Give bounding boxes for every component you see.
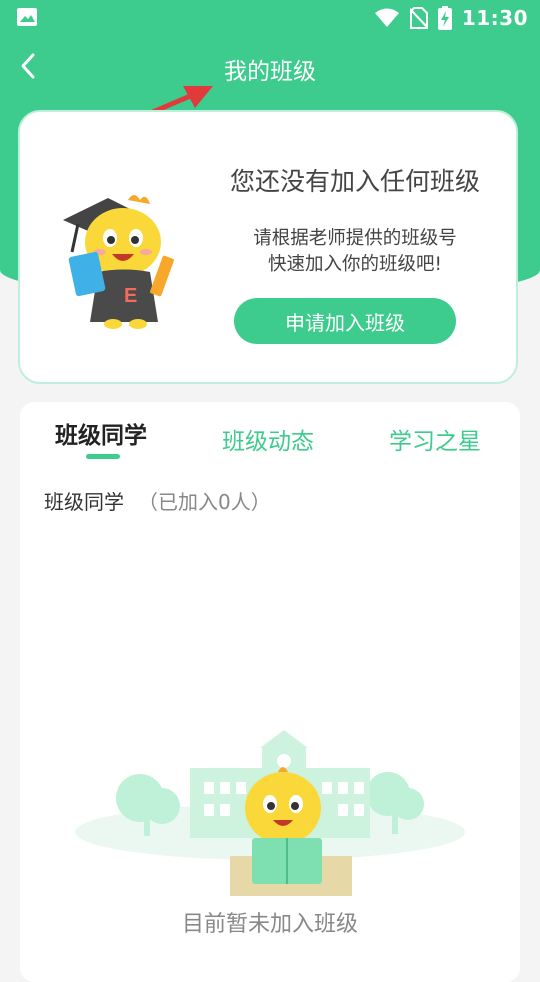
tab-bar: 班级同学 班级动态 学习之星 [20, 402, 520, 466]
apply-join-class-button[interactable]: 申请加入班级 [234, 298, 456, 344]
members-label: 班级同学 [44, 490, 124, 514]
join-class-card: E 您还没有加入任何班级 请根据老师提供的班级号 快速加入你的班级吧! 申请加入… [18, 110, 518, 384]
empty-state-text: 目前暂未加入班级 [181, 912, 358, 937]
status-time: 11:30 [461, 6, 528, 30]
tab-active-indicator [86, 454, 120, 459]
class-content-panel: 班级同学 班级动态 学习之星 班级同学 （已加入0人） 目前暂未加入班级 [20, 402, 520, 982]
tab-classmates[interactable]: 班级同学 [55, 416, 147, 450]
tab-study-stars[interactable]: 学习之星 [389, 422, 481, 456]
empty-school-illustration [75, 730, 465, 896]
page-title: 我的班级 [224, 59, 316, 85]
status-bar: 11:30 [0, 0, 540, 36]
join-card-subtitle-line1: 请根据老师提供的班级号 [253, 228, 457, 249]
top-bar: 我的班级 [0, 40, 540, 96]
tab-class-news[interactable]: 班级动态 [222, 422, 314, 456]
svg-text:E: E [124, 285, 137, 307]
image-icon [17, 8, 37, 26]
join-card-title: 您还没有加入任何班级 [229, 167, 480, 196]
join-card-subtitle-line2: 快速加入你的班级吧! [268, 254, 442, 275]
battery-charging-icon [437, 6, 452, 30]
members-header: 班级同学 （已加入0人） [44, 486, 271, 515]
wifi-icon [374, 8, 399, 27]
no-sim-icon [409, 7, 428, 29]
mascot-graduate-illustration: E [63, 195, 174, 329]
members-count: （已加入0人） [138, 490, 271, 514]
join-card-subtitle: 请根据老师提供的班级号 快速加入你的班级吧! [210, 226, 500, 278]
